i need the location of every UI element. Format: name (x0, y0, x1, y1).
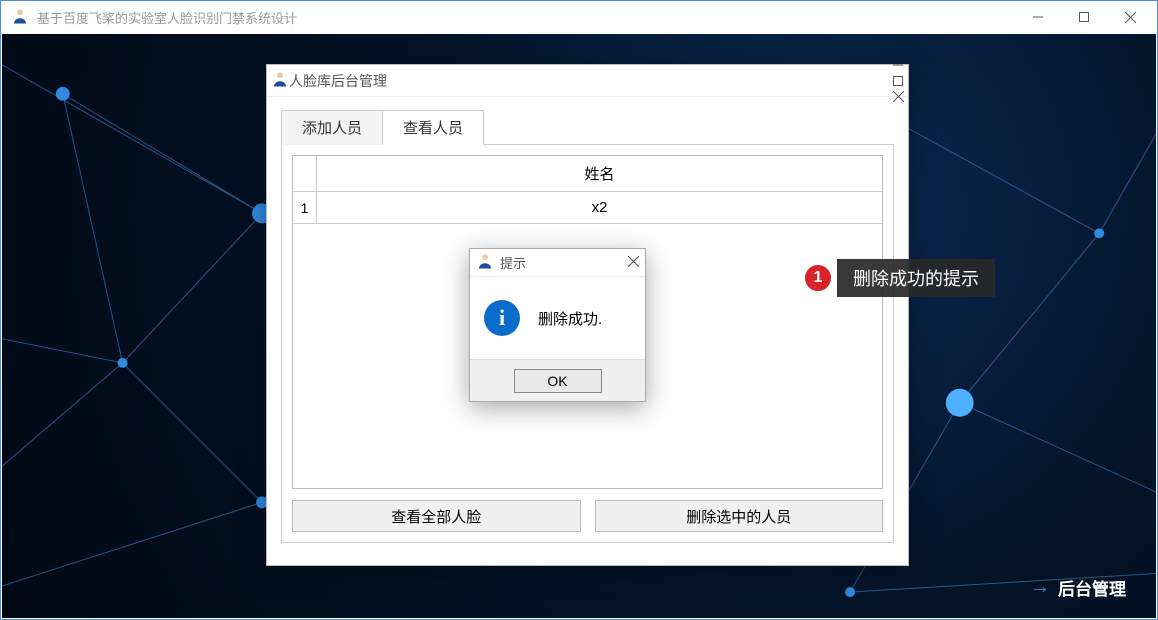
backend-management-link[interactable]: → 后台管理 (1030, 575, 1126, 600)
mgmt-maximize-button[interactable] (893, 73, 904, 89)
table-row-name: x2 (317, 192, 882, 223)
mgmt-titlebar: 人脸库后台管理 (267, 65, 908, 97)
action-button-row: 查看全部人脸 删除选中的人员 (292, 500, 883, 532)
mgmt-app-icon (271, 70, 289, 91)
info-message-box: 提示 i 删除成功. OK (469, 248, 646, 402)
tab-view-person[interactable]: 查看人员 (382, 110, 484, 145)
backend-link-label: 后台管理 (1058, 575, 1126, 600)
table-header-row: 姓名 (293, 156, 882, 192)
info-icon: i (484, 300, 520, 336)
delete-selected-button[interactable]: 删除选中的人员 (595, 500, 884, 532)
msgbox-message: 删除成功. (538, 308, 602, 329)
app-icon (11, 7, 31, 27)
msgbox-button-area: OK (470, 359, 645, 401)
view-all-faces-button[interactable]: 查看全部人脸 (292, 500, 581, 532)
arrow-right-icon: → (1030, 576, 1050, 599)
table-row-index: 1 (293, 192, 317, 223)
callout-number-badge: 1 (803, 263, 833, 293)
mgmt-window-title: 人脸库后台管理 (289, 71, 893, 91)
tab-add-person[interactable]: 添加人员 (281, 110, 383, 145)
table-header-index (293, 156, 317, 191)
maximize-button[interactable] (1061, 2, 1107, 32)
msgbox-title: 提示 (500, 253, 628, 272)
close-button[interactable] (1107, 2, 1153, 32)
main-window-title: 基于百度飞桨的实验室人脸识别门禁系统设计 (37, 8, 1015, 27)
table-header-name: 姓名 (317, 156, 882, 191)
callout-label: 删除成功的提示 (837, 259, 995, 297)
mgmt-window-controls (893, 57, 904, 105)
minimize-button[interactable] (1015, 2, 1061, 32)
tab-strip: 添加人员 查看人员 (281, 109, 894, 145)
mgmt-close-button[interactable] (893, 89, 904, 105)
msgbox-body: i 删除成功. (470, 277, 645, 359)
mgmt-minimize-button[interactable] (893, 57, 904, 73)
msgbox-close-button[interactable] (628, 255, 639, 270)
msgbox-app-icon (476, 252, 494, 273)
msgbox-titlebar: 提示 (470, 249, 645, 277)
main-titlebar: 基于百度飞桨的实验室人脸识别门禁系统设计 (1, 1, 1157, 33)
main-window-controls (1015, 2, 1153, 32)
ok-button[interactable]: OK (514, 369, 602, 393)
table-row[interactable]: 1 x2 (293, 192, 882, 224)
annotation-callout: 1 删除成功的提示 (803, 258, 995, 298)
